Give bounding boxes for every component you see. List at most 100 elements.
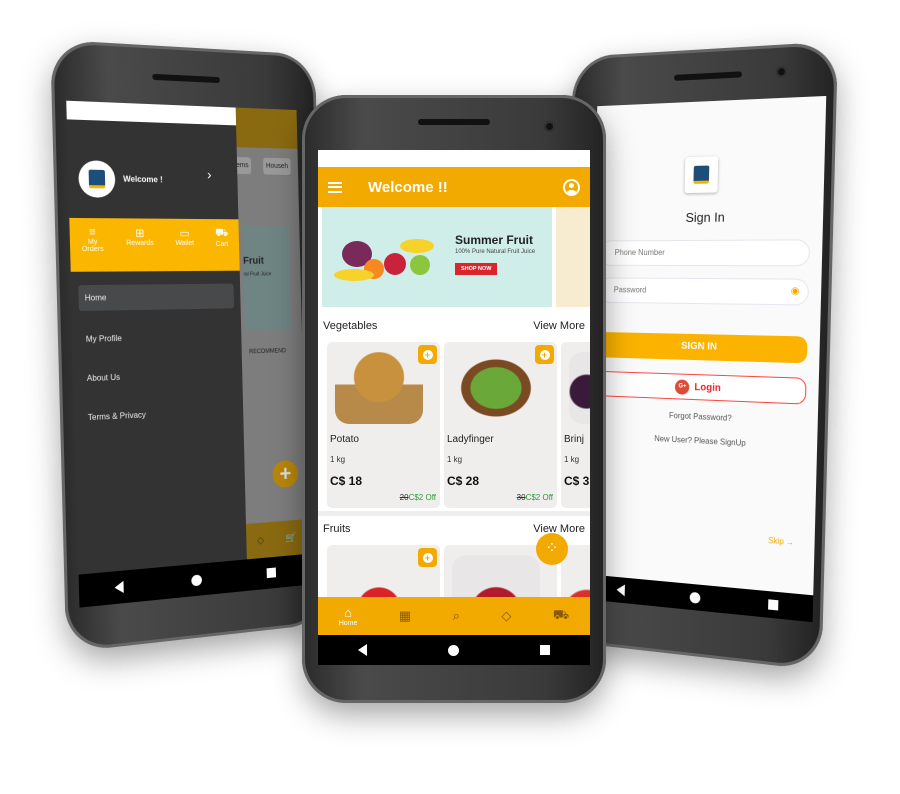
recents-icon[interactable] [539, 645, 550, 655]
nav-home[interactable]: ⌂ Home [339, 605, 358, 627]
cart-button[interactable]: ⛟ Cart [215, 227, 229, 248]
nav-qr[interactable]: ▦ [399, 608, 411, 624]
category-tab: Househ [262, 157, 291, 176]
add-to-cart-button[interactable]: + [535, 345, 554, 364]
promo-banner-next[interactable] [556, 207, 590, 307]
system-nav-bar [318, 635, 590, 665]
search-icon: ⌕ [452, 608, 460, 623]
drawer-screen: ems Househ Fruit ral Fruit Juice RECOMMEN… [66, 100, 309, 608]
product-qty: 1 kg [330, 455, 346, 464]
discount: 20C$2 Off [399, 493, 436, 502]
bottom-nav: ⌂ Home ▦ ⌕ ◇ ⛟ [318, 597, 590, 635]
section-title: Fruits [323, 523, 351, 535]
speaker [152, 73, 220, 84]
back-icon[interactable] [358, 644, 368, 656]
product-card[interactable]: + Ladyfinger 1 kg C$ 28 30C$2 Off [444, 342, 557, 508]
home-screen: Welcome !! Summer Fruit 100% Pure Natura… [318, 150, 590, 665]
app-header: Welcome !! [318, 167, 590, 207]
product-name: Brinj [564, 434, 585, 445]
cart-icon: ⛟ [552, 607, 570, 622]
sign-in-button[interactable]: SIGN IN [596, 331, 808, 364]
product-qty: 1 kg [564, 455, 580, 464]
nav-search[interactable]: ⌕ [453, 608, 460, 624]
sign-in-screen: Sign In Phone Number Password ◉ SIGN IN G… [585, 95, 827, 623]
brinjal-image [569, 352, 590, 424]
diamond-icon: ◇ [256, 534, 265, 547]
google-plus-icon: G+ [675, 378, 690, 395]
plus-circle-icon: + [539, 349, 550, 360]
recents-icon[interactable] [266, 567, 277, 579]
scan-fab-button[interactable]: ⁘ [536, 533, 568, 565]
quick-actions: ≡ My Orders ⊞ Rewards ▭ Wallet ⛟ Cart [69, 217, 240, 272]
product-price: C$ 28 [447, 474, 480, 488]
camera [775, 65, 788, 78]
home-circle-icon[interactable] [447, 644, 459, 656]
system-nav-bar [585, 574, 814, 623]
app-logo [88, 169, 106, 189]
nav-cart[interactable]: ⛟ [553, 607, 569, 625]
home-icon: ⌂ [344, 605, 352, 620]
gift-icon: ⊞ [135, 227, 145, 240]
menu-item-home[interactable]: Home [78, 283, 235, 312]
middle-phone: Welcome !! Summer Fruit 100% Pure Natura… [302, 95, 606, 703]
cart-icon: 🛒 [285, 532, 297, 544]
back-icon[interactable] [114, 580, 124, 594]
banner: Fruit ral Fruit Juice [242, 226, 291, 330]
cart-icon: ⛟ [214, 227, 229, 240]
product-card[interactable]: + Potato 1 kg C$ 18 20C$2 Off [327, 342, 440, 508]
welcome-text: Welcome ! [123, 174, 163, 185]
nav-rewards[interactable]: ◇ [501, 608, 511, 624]
forgot-password-link[interactable]: Forgot Password? [590, 407, 818, 426]
discount: 30C$2 Off [516, 493, 553, 502]
menu-item-about-us[interactable]: About Us [80, 361, 236, 392]
rewards-button[interactable]: ⊞ Rewards [126, 227, 154, 247]
recents-icon[interactable] [767, 599, 779, 611]
product-card[interactable]: Brinj 1 kg C$ 3 [561, 342, 590, 508]
product-qty: 1 kg [447, 455, 463, 464]
plus-circle-icon: + [422, 349, 433, 360]
left-phone: ems Househ Fruit ral Fruit Juice RECOMMEN… [50, 39, 329, 653]
view-more-link[interactable]: View More [533, 523, 585, 535]
page-title: Welcome !! [368, 178, 448, 196]
add-to-cart-button[interactable]: + [418, 548, 437, 567]
potato-image [335, 352, 423, 424]
list-icon: ≡ [88, 226, 96, 239]
product-price: C$ 3 [564, 474, 590, 488]
speaker [674, 71, 743, 81]
fruit-image [334, 235, 434, 285]
qr-code-icon: ▦ [398, 608, 412, 623]
navigation-drawer: Welcome ! › ≡ My Orders ⊞ Rewards ▭ Wallet … [66, 100, 247, 575]
user-circle-icon[interactable] [563, 178, 580, 196]
background-app: ems Househ Fruit ral Fruit Juice RECOMMEN… [233, 107, 308, 560]
camera [544, 121, 555, 132]
bottom-nav: ◇ 🛒 [245, 519, 308, 560]
add-to-cart-button[interactable]: + [418, 345, 437, 364]
menu-item-my-profile[interactable]: My Profile [79, 323, 235, 352]
home-circle-icon[interactable] [191, 573, 203, 586]
menu-item-terms-privacy[interactable]: Terms & Privacy [81, 398, 237, 431]
promo-banner[interactable]: Summer Fruit 100% Pure Natural Fruit Jui… [322, 207, 552, 307]
avatar[interactable] [78, 160, 116, 198]
vegetables-header: Vegetables View More [318, 320, 590, 332]
speaker [418, 119, 490, 125]
google-login-button[interactable]: G+ Login [595, 370, 807, 405]
eye-off-icon[interactable]: ◉ [791, 286, 800, 297]
hamburger-icon[interactable] [328, 181, 342, 193]
product-name: Potato [330, 434, 359, 445]
chevron-right-icon[interactable]: › [207, 166, 212, 182]
my-orders-button[interactable]: ≡ My Orders [81, 226, 104, 253]
ladyfinger-image [452, 352, 540, 424]
back-icon[interactable] [616, 583, 626, 597]
sign-in-title: Sign In [685, 209, 725, 226]
section-title: Vegetables [323, 320, 378, 332]
home-circle-icon[interactable] [689, 591, 701, 604]
shop-now-button[interactable]: SHOP NOW [455, 263, 498, 275]
password-field[interactable]: Password ◉ [597, 277, 810, 306]
banner-title: Summer Fruit [455, 233, 534, 247]
wallet-icon: ▭ [179, 227, 190, 240]
phone-number-field[interactable]: Phone Number [598, 239, 811, 267]
signup-link[interactable]: New User? Please SignUp [589, 431, 817, 452]
wallet-button[interactable]: ▭ Wallet [175, 227, 194, 247]
skip-link[interactable]: Skip → [768, 536, 794, 547]
view-more-link[interactable]: View More [533, 320, 585, 332]
